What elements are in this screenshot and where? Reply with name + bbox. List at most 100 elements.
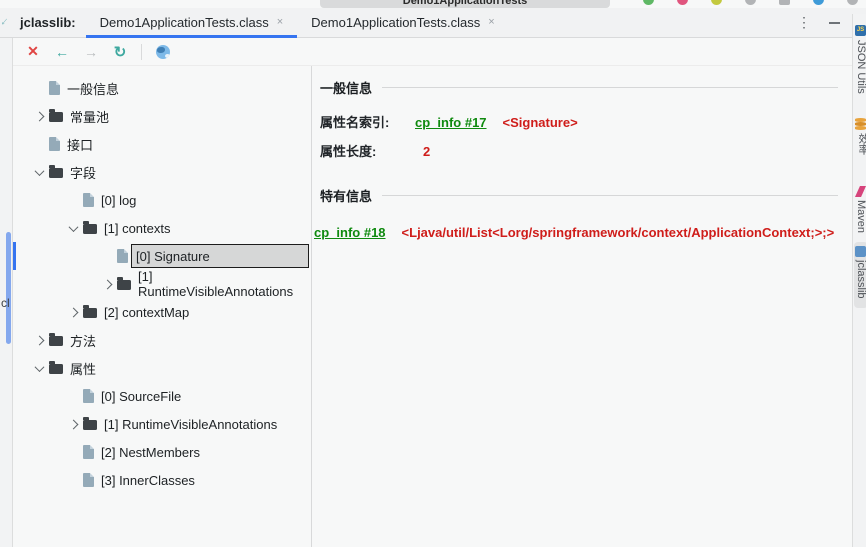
file-icon (117, 249, 128, 263)
back-button[interactable]: ← (52, 42, 72, 62)
chevron-down-icon[interactable] (34, 166, 44, 176)
signature-index-row: cp_info #18 <Ljava/util/List<Lorg/spring… (320, 225, 838, 240)
class-structure-tree: 一般信息 常量池 接口 字段 [0] log (13, 66, 312, 547)
section-rule (382, 195, 838, 196)
selection-stripe (13, 242, 16, 270)
clipped-tree-text: cl (1, 296, 10, 310)
file-icon (83, 389, 94, 403)
tree-item-field-contextmap[interactable]: [2] contextMap (13, 298, 311, 326)
file-icon (83, 473, 94, 487)
tab-close-icon[interactable]: × (277, 17, 283, 28)
close-button[interactable]: ✕ (23, 42, 43, 62)
folder-icon (117, 280, 131, 290)
tree-item-label: 一般信息 (67, 79, 119, 98)
tree-item-sourcefile[interactable]: [0] SourceFile (13, 382, 311, 410)
folder-icon (83, 224, 97, 234)
cp-info-link[interactable]: cp_info #17 (415, 115, 487, 130)
tree-item-field-contexts[interactable]: [1] contexts (13, 214, 311, 242)
chevron-right-icon[interactable] (34, 111, 44, 121)
field-value: 2 (423, 144, 430, 159)
profile-icon[interactable] (745, 0, 756, 5)
folder-icon (49, 336, 63, 346)
tree-item-constant-pool[interactable]: 常量池 (13, 102, 311, 130)
file-icon (83, 445, 94, 459)
tree-item-general-info[interactable]: 一般信息 (13, 74, 311, 102)
chevron-right-icon[interactable] (68, 307, 78, 317)
panel-title: jclasslib: (0, 15, 86, 30)
debug-icon[interactable] (677, 0, 688, 5)
chevron-right-icon[interactable] (68, 419, 78, 429)
attribute-detail-pane: 一般信息 属性名索引: cp_info #17 <Signature> 属性长度… (312, 66, 852, 547)
web-button[interactable] (153, 42, 173, 62)
attribute-name-index-row: 属性名索引: cp_info #17 <Signature> (320, 112, 838, 131)
toolwindow-tab-maven[interactable]: Maven (855, 200, 866, 233)
tree-item-label: [1] RuntimeVisibleAnnotations (138, 269, 311, 299)
tree-item-label: [0] SourceFile (101, 389, 181, 404)
tab-demo1-application-tests-1[interactable]: Demo1ApplicationTests.class × (86, 8, 298, 37)
refresh-button[interactable]: ↻ (110, 42, 130, 62)
tree-item-label: 方法 (70, 331, 96, 350)
file-icon (83, 193, 94, 207)
chevron-right-icon[interactable] (102, 279, 112, 289)
scrollbar-thumb[interactable] (6, 232, 11, 344)
folder-icon (49, 364, 63, 374)
run-icon[interactable] (643, 0, 654, 5)
tab-label: Demo1ApplicationTests.class (100, 15, 269, 30)
resolved-value: <Signature> (503, 115, 578, 130)
toolwindow-tab-efficiency[interactable]: 效率 (855, 133, 866, 155)
resolved-signature: <Ljava/util/List<Lorg/springframework/co… (402, 225, 835, 240)
section-title: 特有信息 (320, 186, 372, 205)
search-icon[interactable] (813, 0, 824, 5)
tab-demo1-application-tests-2[interactable]: Demo1ApplicationTests.class × (297, 8, 509, 37)
chevron-down-icon[interactable] (68, 222, 78, 232)
tree-item-label: 接口 (67, 135, 93, 154)
section-general-info: 一般信息 (320, 78, 838, 97)
left-clipped-panel: cl (0, 38, 13, 547)
toolwindow-tab-json-utils[interactable]: JSON Utils (855, 40, 866, 94)
field-label: 属性名索引: (320, 112, 415, 131)
minimize-icon[interactable] (829, 22, 840, 24)
more-options-icon[interactable]: ⋮ (797, 14, 811, 31)
tree-item-label: [1] contexts (104, 221, 170, 236)
tree-item-label: [1] RuntimeVisibleAnnotations (104, 417, 277, 432)
cp-info-link[interactable]: cp_info #18 (314, 225, 386, 240)
tree-item-signature[interactable]: [0] Signature (13, 242, 311, 270)
jclasslib-tabbar: ↓ jclasslib: Demo1ApplicationTests.class… (0, 8, 866, 38)
tab-close-icon[interactable]: × (488, 17, 494, 28)
section-title: 一般信息 (320, 78, 372, 97)
tree-item-field-log[interactable]: [0] log (13, 186, 311, 214)
tree-item-label: [3] InnerClasses (101, 473, 195, 488)
tree-item-fields[interactable]: 字段 (13, 158, 311, 186)
chevron-down-icon[interactable] (34, 362, 44, 372)
jclasslib-icon (855, 246, 866, 257)
folder-icon (83, 420, 97, 430)
maven-icon (855, 186, 866, 197)
field-label: 属性长度: (320, 141, 415, 160)
toolbar-separator (141, 44, 142, 60)
tree-item-label: [2] contextMap (104, 305, 189, 320)
stop-icon[interactable] (779, 0, 790, 5)
folder-icon (49, 112, 63, 122)
settings-icon[interactable] (847, 0, 858, 5)
tree-item-label: 字段 (70, 163, 96, 182)
tree-item-label: 常量池 (70, 107, 109, 126)
section-specific-info: 特有信息 (320, 186, 838, 205)
tab-label: Demo1ApplicationTests.class (311, 15, 480, 30)
tree-item-attributes[interactable]: 属性 (13, 354, 311, 382)
tree-item-label: 属性 (70, 359, 96, 378)
section-rule (382, 87, 838, 88)
tree-item-interfaces[interactable]: 接口 (13, 130, 311, 158)
tree-item-innerclasses[interactable]: [3] InnerClasses (13, 466, 311, 494)
tree-item-nestmembers[interactable]: [2] NestMembers (13, 438, 311, 466)
tree-item-runtime-visible-annotations[interactable]: [1] RuntimeVisibleAnnotations (13, 270, 311, 298)
chevron-right-icon[interactable] (34, 335, 44, 345)
toolwindow-tab-jclasslib[interactable]: jclasslib (855, 260, 866, 299)
coverage-icon[interactable] (711, 0, 722, 5)
tree-item-attr-runtime-visible-annotations[interactable]: [1] RuntimeVisibleAnnotations (13, 410, 311, 438)
forward-button[interactable]: → (81, 42, 101, 62)
tree-item-methods[interactable]: 方法 (13, 326, 311, 354)
file-icon (49, 81, 60, 95)
right-toolwindow-stripe: JS JSON Utils 效率 Maven jclasslib (852, 14, 866, 547)
selected-item-box: [0] Signature (131, 244, 309, 268)
run-config-combo[interactable]: Demo1ApplicationTests (320, 0, 610, 8)
